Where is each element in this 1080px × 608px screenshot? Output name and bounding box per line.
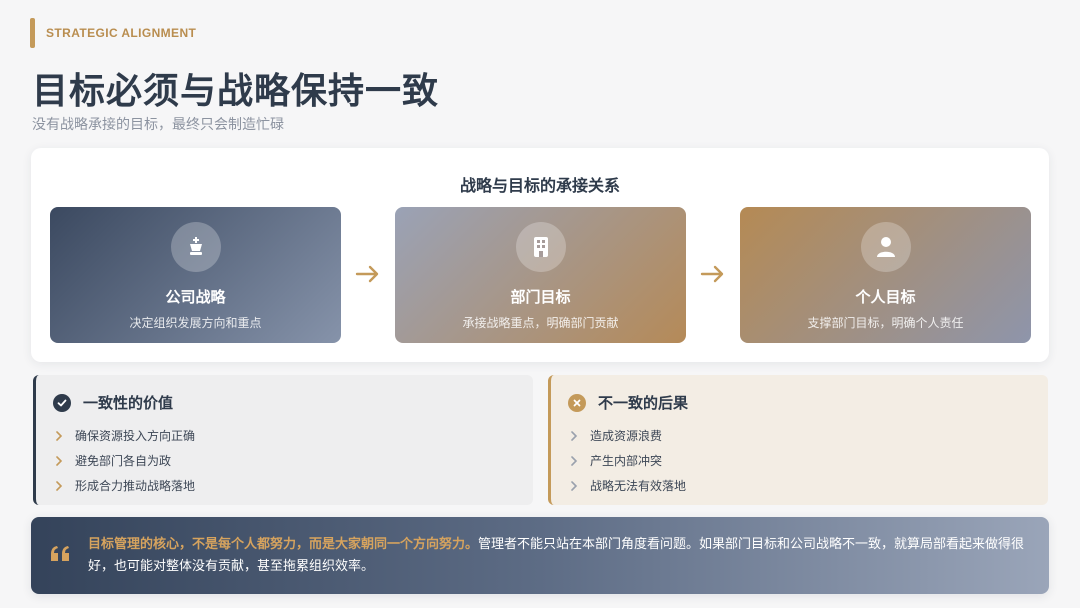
chevron-right-icon xyxy=(570,480,578,491)
list-item: 形成合力推动战略落地 xyxy=(55,473,195,498)
section-tag: STRATEGIC ALIGNMENT xyxy=(30,18,196,48)
step-desc: 承接战略重点，明确部门贡献 xyxy=(462,316,619,330)
value-list: 确保资源投入方向正确 避免部门各自为政 形成合力推动战略落地 xyxy=(55,423,195,498)
list-item-text: 战略无法有效落地 xyxy=(590,479,687,493)
page-subtitle: 没有战略承接的目标，最终只会制造忙碌 xyxy=(32,117,284,133)
list-item-text: 造成资源浪费 xyxy=(590,429,663,443)
panel-title: 一致性的价值 xyxy=(83,394,174,412)
panel-title: 不一致的后果 xyxy=(598,394,689,412)
building-icon xyxy=(515,222,566,272)
flow-card: 战略与目标的承接关系 公司战略 决定组织发展方向和重点 部门目标 承接战略重点，… xyxy=(31,148,1049,362)
user-icon xyxy=(860,222,911,272)
step-title: 部门目标 xyxy=(510,288,571,306)
chevron-right-icon xyxy=(570,430,578,441)
step-personal-goal: 个人目标 支撑部门目标，明确个人责任 xyxy=(740,207,1031,343)
quote-highlight: 目标管理的核心，不是每个人都努力，而是大家朝同一个方向努力。 xyxy=(88,537,479,552)
list-item: 产生内部冲突 xyxy=(570,448,686,473)
consequence-list: 造成资源浪费 产生内部冲突 战略无法有效落地 xyxy=(570,423,686,498)
quote-banner: 目标管理的核心，不是每个人都努力，而是大家朝同一个方向努力。管理者不能只站在本部… xyxy=(31,517,1049,594)
list-item-text: 形成合力推动战略落地 xyxy=(75,479,196,493)
chevron-right-icon xyxy=(570,455,578,466)
list-item-text: 确保资源投入方向正确 xyxy=(75,429,196,443)
arrow-right-icon xyxy=(698,261,728,287)
chevron-right-icon xyxy=(55,455,63,466)
step-title: 个人目标 xyxy=(855,288,916,306)
list-item: 确保资源投入方向正确 xyxy=(55,423,195,448)
list-item: 战略无法有效落地 xyxy=(570,473,686,498)
arrow-right-icon xyxy=(353,261,383,287)
check-circle-icon xyxy=(53,393,71,412)
tag-accent-bar xyxy=(30,18,35,48)
page-title: 目标必须与战略保持一致 xyxy=(32,71,440,112)
step-title: 公司战略 xyxy=(165,288,226,306)
consistency-value-panel: 一致性的价值 确保资源投入方向正确 避免部门各自为政 形成合力推动战略落地 xyxy=(33,375,533,505)
chevron-right-icon xyxy=(55,480,63,491)
list-item-text: 避免部门各自为政 xyxy=(75,454,172,468)
inconsistency-consequence-panel: 不一致的后果 造成资源浪费 产生内部冲突 战略无法有效落地 xyxy=(548,375,1048,505)
chess-king-icon xyxy=(170,222,221,272)
step-desc: 决定组织发展方向和重点 xyxy=(129,316,262,330)
step-desc: 支撑部门目标，明确个人责任 xyxy=(807,316,964,330)
quote-mark-icon xyxy=(50,544,72,564)
step-company-strategy: 公司战略 决定组织发展方向和重点 xyxy=(50,207,341,343)
list-item: 避免部门各自为政 xyxy=(55,448,195,473)
x-circle-icon xyxy=(568,393,586,412)
list-item-text: 产生内部冲突 xyxy=(590,454,663,468)
tag-text: STRATEGIC ALIGNMENT xyxy=(46,26,197,40)
quote-text: 目标管理的核心，不是每个人都努力，而是大家朝同一个方向努力。管理者不能只站在本部… xyxy=(88,534,1040,578)
panel-header: 一致性的价值 xyxy=(53,392,173,413)
panel-header: 不一致的后果 xyxy=(568,392,688,413)
chevron-right-icon xyxy=(55,430,63,441)
flow-title: 战略与目标的承接关系 xyxy=(459,176,620,195)
list-item: 造成资源浪费 xyxy=(570,423,686,448)
step-department-goal: 部门目标 承接战略重点，明确部门贡献 xyxy=(395,207,686,343)
